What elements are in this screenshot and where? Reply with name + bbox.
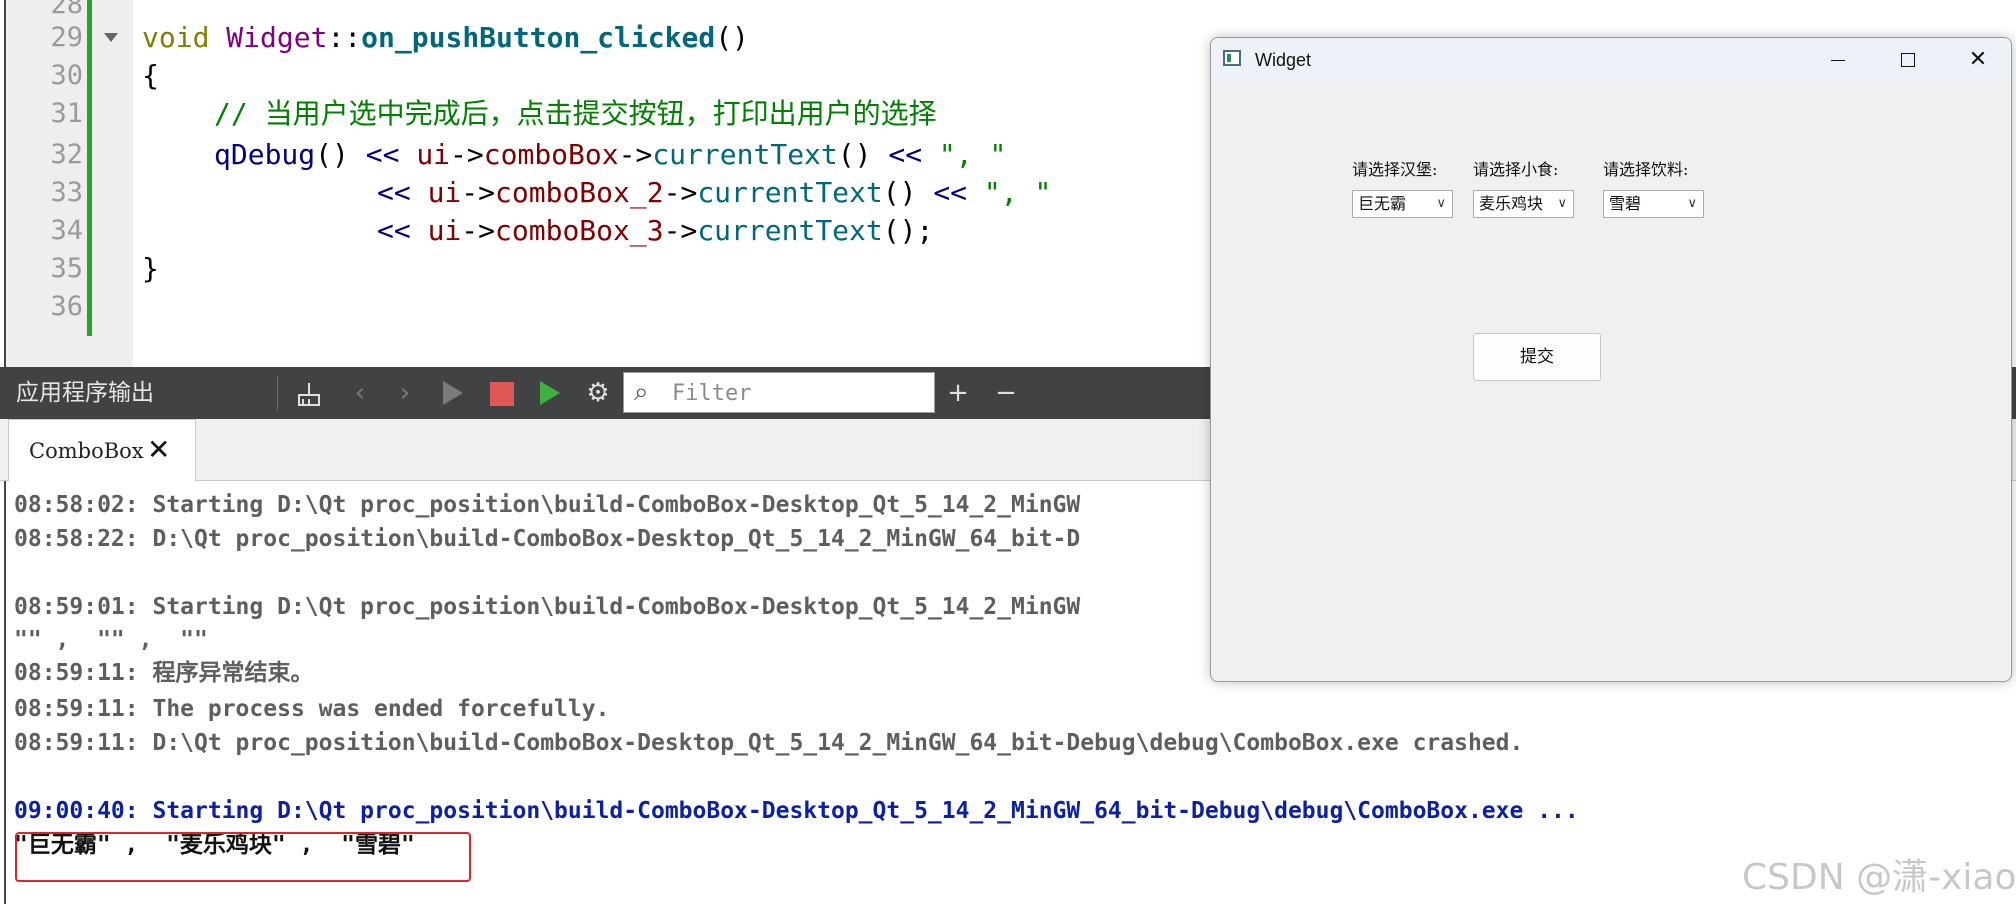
filter-field[interactable]: ⌕ (623, 372, 935, 413)
code-line: 29 void Widget::on_pushButton_clicked() (0, 19, 1300, 57)
code-line: 36 (0, 288, 1300, 326)
code-comment: // 当用户选中完成后，点击提交按钮，打印出用户的选择 (214, 97, 937, 130)
maximize-button[interactable] (1873, 38, 1943, 82)
combo-value: 巨无霸 (1358, 194, 1407, 213)
line-number: 35 (50, 253, 83, 284)
chevron-down-icon: ∨ (1687, 196, 1697, 211)
code-text: << ui->comboBox_2->currentText() << ", " (377, 176, 1052, 209)
run-icon[interactable] (443, 381, 463, 405)
code-line: 30 { (0, 57, 1300, 95)
log-line: 08:59:01: Starting D:\Qt proc_position\b… (14, 594, 1081, 620)
chevron-down-icon: ∨ (1557, 196, 1567, 211)
zoom-out-icon[interactable]: − (986, 367, 1026, 419)
close-icon[interactable]: ✕ (147, 420, 170, 480)
fold-arrow-icon[interactable] (104, 33, 118, 42)
app-icon (1223, 50, 1241, 66)
chevron-down-icon: ∨ (1436, 196, 1446, 211)
minimize-button[interactable] (1803, 38, 1873, 82)
line-number: 32 (50, 139, 83, 170)
next-icon[interactable]: › (385, 367, 425, 419)
drink-label: 请选择饮料: (1603, 160, 1689, 179)
watermark: CSDN @潇-xiao (1742, 857, 2016, 898)
line-number: 29 (50, 22, 83, 53)
tab-label: ComboBox (29, 439, 144, 463)
output-pane-title: 应用程序输出 (16, 380, 154, 406)
burger-label: 请选择汉堡: (1352, 160, 1438, 179)
filter-input[interactable] (672, 379, 922, 407)
result-highlight-box (15, 832, 471, 882)
code-text: { (142, 59, 159, 92)
gear-icon[interactable]: ⚙ (578, 367, 618, 419)
line-number: 34 (50, 215, 83, 246)
burger-combobox[interactable]: 巨无霸 ∨ (1352, 190, 1453, 218)
search-icon: ⌕ (634, 377, 649, 407)
snack-combobox[interactable]: 麦乐鸡块 ∨ (1473, 190, 1574, 218)
code-line: 32 qDebug() << ui->comboBox->currentText… (0, 136, 1300, 174)
code-text: void Widget::on_pushButton_clicked() (142, 21, 749, 54)
line-number: 30 (50, 60, 83, 91)
code-text: << ui->comboBox_3->currentText(); (377, 214, 934, 247)
log-line: 09:00:40: Starting D:\Qt proc_position\b… (14, 798, 1579, 824)
window-titlebar[interactable]: Widget ✕ (1211, 38, 2011, 82)
line-number: 33 (50, 177, 83, 208)
snack-label: 请选择小食: (1473, 160, 1559, 179)
code-line: 35 } (0, 250, 1300, 288)
stop-icon[interactable] (490, 382, 514, 406)
submit-button[interactable]: 提交 (1473, 333, 1601, 381)
toolbar-separator (277, 375, 278, 411)
combo-value: 雪碧 (1609, 194, 1642, 213)
log-line: 08:58:22: D:\Qt proc_position\build-Comb… (14, 526, 1081, 552)
line-number: 36 (50, 291, 83, 322)
code-text: qDebug() << ui->comboBox->currentText() … (214, 138, 1007, 171)
log-line: 08:59:11: 程序异常结束。 (14, 660, 314, 686)
code-line: 34 << ui->comboBox_3->currentText(); (0, 212, 1300, 250)
debug-run-icon[interactable] (540, 381, 560, 405)
prev-icon[interactable]: ‹ (340, 367, 380, 419)
window-title: Widget (1255, 50, 1312, 70)
log-line: 08:59:11: D:\Qt proc_position\build-Comb… (14, 730, 1524, 756)
combo-value: 麦乐鸡块 (1479, 194, 1544, 213)
log-line: "" , "" , "" (14, 627, 208, 653)
widget-window[interactable]: Widget ✕ 请选择汉堡: 请选择小食: 请选择饮料: 巨无霸 ∨ 麦乐鸡块… (1210, 37, 2012, 682)
line-number: 31 (50, 98, 83, 129)
close-icon: ✕ (1968, 47, 1988, 72)
zoom-in-icon[interactable]: + (938, 367, 978, 419)
tab-combobox[interactable]: ComboBox ✕ (8, 419, 196, 481)
code-text: } (142, 252, 159, 285)
window-close-button[interactable]: ✕ (1943, 38, 2011, 82)
drink-combobox[interactable]: 雪碧 ∨ (1603, 190, 1704, 218)
log-line: 08:59:11: The process was ended forceful… (14, 696, 610, 722)
code-line: 33 << ui->comboBox_2->currentText() << "… (0, 174, 1300, 212)
code-line: 31 // 当用户选中完成后，点击提交按钮，打印出用户的选择 (0, 95, 1300, 133)
log-line: 08:58:02: Starting D:\Qt proc_position\b… (14, 492, 1081, 518)
maximize-icon (1901, 53, 1915, 67)
minimize-icon (1831, 59, 1845, 61)
clean-icon[interactable] (290, 367, 330, 419)
